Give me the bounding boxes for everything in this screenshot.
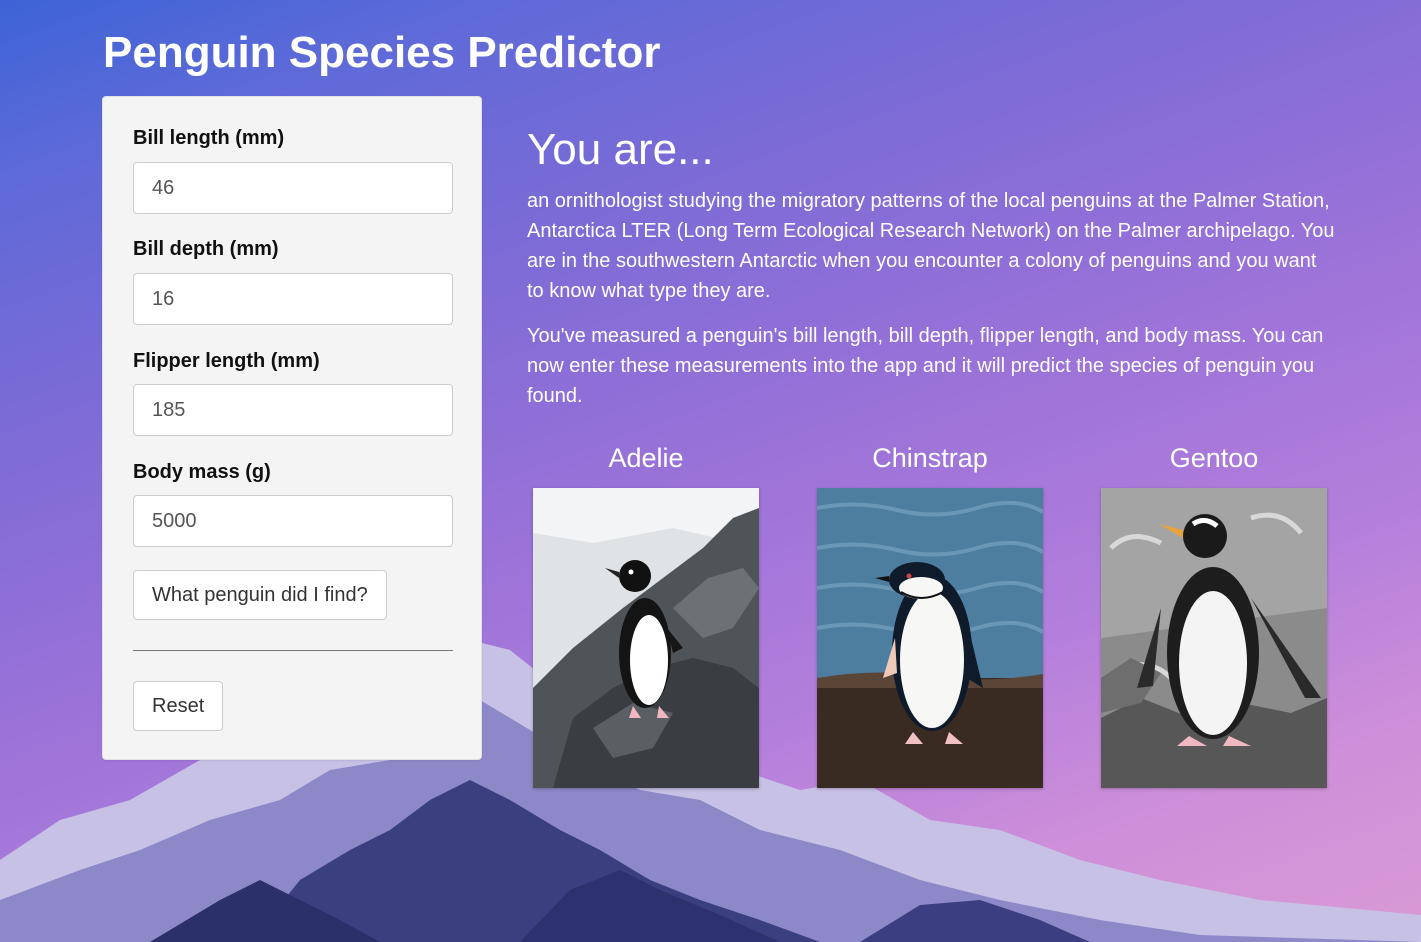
predict-button[interactable]: What penguin did I find? bbox=[133, 570, 387, 620]
flipper-length-input[interactable] bbox=[133, 384, 453, 436]
species-gallery: Adelie Chinstrap Gentoo bbox=[527, 440, 1337, 790]
bill-length-label: Bill length (mm) bbox=[133, 127, 285, 149]
species-name-adelie: Adelie bbox=[608, 443, 684, 473]
chinstrap-penguin-image bbox=[817, 488, 1043, 788]
section-heading: You are... bbox=[527, 125, 714, 174]
intro-paragraph: an ornithologist studying the migratory … bbox=[527, 190, 1335, 302]
species-card-adelie: Adelie bbox=[533, 440, 759, 788]
reset-button[interactable]: Reset bbox=[133, 681, 224, 731]
bill-length-input[interactable] bbox=[133, 162, 453, 214]
adelie-penguin-image bbox=[533, 488, 759, 788]
body-mass-label: Body mass (g) bbox=[133, 461, 271, 483]
species-card-chinstrap: Chinstrap bbox=[817, 440, 1043, 788]
main-content: You are... an ornithologist studying the… bbox=[527, 124, 1337, 788]
bill-depth-input[interactable] bbox=[133, 273, 453, 325]
flipper-length-label: Flipper length (mm) bbox=[133, 350, 320, 372]
input-panel: Bill length (mm) Bill depth (mm) Flipper… bbox=[102, 96, 482, 760]
body-mass-input[interactable] bbox=[133, 495, 453, 547]
divider bbox=[133, 650, 453, 651]
instructions-paragraph: You've measured a penguin's bill length,… bbox=[527, 325, 1324, 407]
species-name-chinstrap: Chinstrap bbox=[872, 443, 988, 473]
species-name-gentoo: Gentoo bbox=[1169, 443, 1259, 473]
page-title: Penguin Species Predictor bbox=[103, 28, 661, 77]
gentoo-penguin-image bbox=[1101, 488, 1327, 788]
bill-depth-label: Bill depth (mm) bbox=[133, 238, 279, 260]
species-card-gentoo: Gentoo bbox=[1101, 440, 1327, 788]
